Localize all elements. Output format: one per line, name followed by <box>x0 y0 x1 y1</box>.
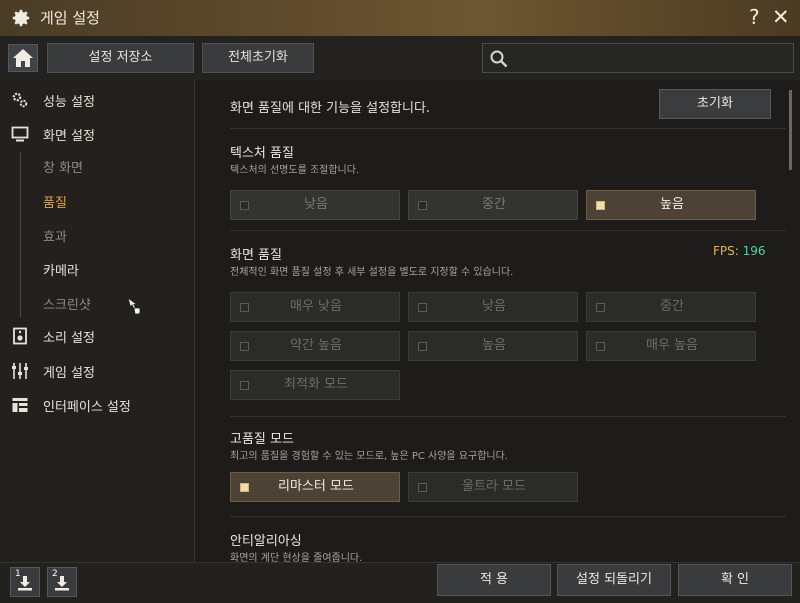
sidebar-subitem-camera[interactable]: 카메라 <box>43 260 79 279</box>
settings-storage-button[interactable]: 설정 저장소 <box>47 43 194 73</box>
help-button[interactable]: ? <box>749 5 760 29</box>
option-label: 낮음 <box>482 299 506 314</box>
fps-readout: FPS: 196 <box>713 244 766 258</box>
screen-option-high[interactable]: 높음 <box>408 331 578 361</box>
screen-option-low[interactable]: 낮음 <box>408 292 578 322</box>
screen-quality-desc: 전체적인 화면 품질 설정 후 세부 설정을 별도로 지정할 수 있습니다. <box>230 267 514 278</box>
option-label: 중간 <box>660 299 684 314</box>
reset-button[interactable]: 초기화 <box>659 89 771 119</box>
option-label: 리마스터 모드 <box>278 479 354 494</box>
option-label: 울트라 모드 <box>462 479 526 494</box>
gears-icon <box>12 92 28 108</box>
sidebar-subitem-window[interactable]: 창 화면 <box>43 157 83 176</box>
divider <box>230 516 786 517</box>
screen-option-slightly-high[interactable]: 약간 높음 <box>230 331 400 361</box>
interface-icon <box>12 398 28 412</box>
option-label: 낮음 <box>304 197 328 212</box>
preset-slot-1-button[interactable]: 1 <box>10 567 40 597</box>
remaster-mode-option[interactable]: 리마스터 모드 <box>230 472 400 502</box>
texture-quality-desc: 텍스처의 선명도를 조절합니다. <box>230 165 360 176</box>
option-label: 최적화 모드 <box>284 377 348 392</box>
toolbar: 설정 저장소 전체초기화 <box>0 36 800 80</box>
sidebar-item-display[interactable]: 화면 설정 <box>0 120 194 148</box>
scrollbar[interactable] <box>789 90 792 170</box>
confirm-button[interactable]: 확 인 <box>678 564 792 596</box>
search-icon <box>490 50 508 68</box>
sidebar-item-label: 소리 설정 <box>43 331 95 346</box>
revert-settings-button[interactable]: 설정 되돌리기 <box>557 564 671 596</box>
texture-quality-title: 텍스처 품질 <box>230 146 294 161</box>
antialiasing-title: 안티알리아싱 <box>230 534 302 549</box>
bottom-bar: 1 2 적 용 설정 되돌리기 확 인 <box>0 562 800 603</box>
sidebar-item-label: 게임 설정 <box>43 366 95 381</box>
sidebar-subitem-effects[interactable]: 효과 <box>43 226 67 245</box>
download-icon <box>55 576 69 591</box>
sidebar-item-sound[interactable]: 소리 설정 <box>0 322 194 350</box>
sidebar-subitem-screenshot[interactable]: 스크린샷 <box>43 294 91 313</box>
monitor-icon <box>11 126 29 142</box>
ultra-mode-option[interactable]: 울트라 모드 <box>408 472 578 502</box>
download-icon <box>18 576 32 591</box>
texture-option-medium[interactable]: 중간 <box>408 190 578 220</box>
texture-option-high[interactable]: 높음 <box>586 190 756 220</box>
option-label: 높음 <box>660 197 684 212</box>
sidebar-item-label: 성능 설정 <box>43 95 95 110</box>
sidebar-item-game[interactable]: 게임 설정 <box>0 357 194 385</box>
antialiasing-desc: 화면의 계단 현상을 줄여줍니다. <box>230 553 363 562</box>
speaker-icon <box>13 327 27 345</box>
sidebar: 성능 설정 화면 설정 창 화면 품질 효과 카메라 스크린샷 소리 설정 게임… <box>0 80 195 562</box>
sidebar-item-label: 인터페이스 설정 <box>43 400 131 415</box>
preset-slot-2-button[interactable]: 2 <box>47 567 77 597</box>
search-box <box>482 43 794 73</box>
option-label: 중간 <box>482 197 506 212</box>
reset-all-button[interactable]: 전체초기화 <box>202 43 314 73</box>
sidebar-item-interface[interactable]: 인터페이스 설정 <box>0 391 194 419</box>
sidebar-item-label: 화면 설정 <box>43 129 95 144</box>
divider <box>230 230 786 231</box>
close-button[interactable]: ✕ <box>772 5 790 29</box>
sliders-icon <box>12 363 28 379</box>
divider <box>230 128 786 129</box>
fps-value: 196 <box>742 244 766 258</box>
screen-option-optimized[interactable]: 최적화 모드 <box>230 370 400 400</box>
window-title: 게임 설정 <box>40 9 100 27</box>
gear-icon <box>12 9 30 27</box>
screen-option-very-low[interactable]: 매우 낮음 <box>230 292 400 322</box>
search-input[interactable] <box>515 47 791 71</box>
apply-button[interactable]: 적 용 <box>437 564 551 596</box>
option-label: 약간 높음 <box>290 338 342 353</box>
sidebar-subitem-quality[interactable]: 품질 <box>43 192 67 211</box>
texture-option-low[interactable]: 낮음 <box>230 190 400 220</box>
high-quality-title: 고품질 모드 <box>230 432 294 447</box>
option-label: 매우 높음 <box>646 338 698 353</box>
screen-option-medium[interactable]: 중간 <box>586 292 756 322</box>
panel-header: 화면 품질에 대한 기능을 설정합니다. <box>230 101 431 116</box>
submenu-line <box>20 152 21 317</box>
fps-label: FPS: <box>713 244 739 258</box>
settings-panel: 화면 품질에 대한 기능을 설정합니다. 초기화 텍스처 품질 텍스처의 선명도… <box>195 80 800 562</box>
home-button[interactable] <box>8 44 38 72</box>
screen-option-very-high[interactable]: 매우 높음 <box>586 331 756 361</box>
screen-quality-title: 화면 품질 <box>230 248 282 263</box>
high-quality-desc: 최고의 품질을 경험할 수 있는 모드로, 높은 PC 사양을 요구합니다. <box>230 451 508 462</box>
option-label: 높음 <box>482 338 506 353</box>
divider <box>230 416 786 417</box>
option-label: 매우 낮음 <box>290 299 342 314</box>
hand-cursor-icon <box>127 297 141 315</box>
sidebar-item-performance[interactable]: 성능 설정 <box>0 86 194 114</box>
title-bar: 게임 설정 ? ✕ <box>0 0 800 37</box>
home-icon <box>13 49 33 67</box>
